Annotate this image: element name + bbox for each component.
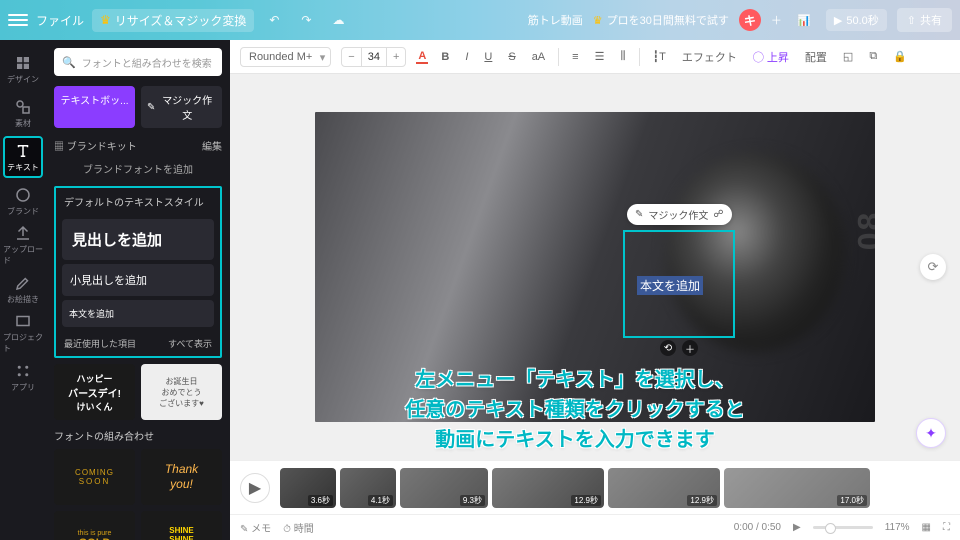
font-family-select[interactable]: Rounded M+ xyxy=(240,47,331,67)
play-duration-button[interactable]: ▶ 50.0秒 xyxy=(826,9,887,31)
recent-label: 最近使用した項目 xyxy=(64,337,136,350)
rail-text[interactable]: テキスト xyxy=(3,136,43,178)
user-avatar[interactable]: キ xyxy=(739,9,761,31)
font-combo-label: フォントの組み合わせ xyxy=(54,428,222,443)
timeline-play-button[interactable]: ▶ xyxy=(240,473,270,503)
share-button[interactable]: ⇧ 共有 xyxy=(897,8,952,32)
video-frame[interactable]: ✎ マジック作文 ☍ 本文を追加 ⟲ ＋ xyxy=(315,112,875,422)
rotate-handle[interactable]: ⟲ xyxy=(660,340,676,356)
spacing-button[interactable]: ⫼ xyxy=(617,48,628,65)
redo-button[interactable]: ↷ xyxy=(294,8,318,32)
add-handle[interactable]: ＋ xyxy=(682,340,698,356)
playback-time: 0:00 / 0:50 xyxy=(734,522,781,533)
rail-upload[interactable]: アップロード xyxy=(3,224,43,266)
magic-write-popup[interactable]: ✎ マジック作文 ☍ xyxy=(627,204,732,225)
timeline-play-icon[interactable]: ▶ xyxy=(793,522,801,533)
rail-brand[interactable]: ブランド xyxy=(3,180,43,222)
search-input[interactable]: 🔍 フォントと組み合わせを検索 xyxy=(54,48,222,76)
timeline: ▶ 3.6秒 4.1秒 9.3秒 12.9秒 12.9秒 17.0秒 xyxy=(230,460,960,514)
font-color-button[interactable]: A xyxy=(416,50,428,64)
template-thumb[interactable]: お誕生日 おめでとう ございます♥ xyxy=(141,364,222,420)
template-thumb[interactable]: ハッピー バースデイ! けいくん xyxy=(54,364,135,420)
add-button[interactable]: ＋ xyxy=(771,12,782,28)
crown-icon: ♛ xyxy=(100,13,111,27)
document-title[interactable]: 筋トレ動画 xyxy=(528,12,583,28)
refresh-button[interactable]: ⟳ xyxy=(920,254,946,280)
fullscreen-icon[interactable]: ⛶ xyxy=(943,522,950,533)
animate-button[interactable]: ◯ 上昇 xyxy=(750,47,792,67)
text-input-content[interactable]: 本文を追加 xyxy=(637,276,703,295)
styles-header: デフォルトのテキストスタイル xyxy=(56,188,220,215)
template-thumb[interactable]: this is pure GOLD xyxy=(54,511,135,540)
left-rail: デザイン 素材 テキスト ブランド アップロード お絵描き プロジェクト アプリ xyxy=(0,40,46,540)
timeline-clip[interactable]: 4.1秒 xyxy=(340,468,396,508)
show-all-link[interactable]: すべて表示 xyxy=(168,337,212,350)
add-heading[interactable]: 見出しを追加 xyxy=(62,219,214,260)
font-size-value[interactable]: 34 xyxy=(361,48,387,66)
effects-button[interactable]: エフェクト xyxy=(679,47,740,67)
add-textbox-button[interactable]: テキストボッ... xyxy=(54,86,135,128)
zoom-value[interactable]: 117% xyxy=(885,522,910,533)
transparency-button[interactable]: ◱ xyxy=(840,48,856,65)
rail-app[interactable]: アプリ xyxy=(3,356,43,398)
size-minus[interactable]: − xyxy=(342,48,360,66)
canvas-area[interactable]: ✎ マジック作文 ☍ 本文を追加 ⟲ ＋ ⟳ xyxy=(230,74,960,460)
assist-button[interactable]: ✦ xyxy=(916,418,946,448)
selected-text-element[interactable]: ✎ マジック作文 ☍ 本文を追加 ⟲ ＋ xyxy=(623,230,735,338)
bottom-bar: ✎ メモ ⏱ 時間 0:00 / 0:50 ▶ 117% ▦ ⛶ xyxy=(230,514,960,540)
zoom-slider[interactable] xyxy=(813,526,873,529)
rail-elements[interactable]: 素材 xyxy=(3,92,43,134)
size-plus[interactable]: + xyxy=(387,48,405,66)
link-button[interactable]: ⧉ xyxy=(866,48,880,65)
rail-project[interactable]: プロジェクト xyxy=(3,312,43,354)
strike-button[interactable]: S xyxy=(505,49,518,65)
context-toolbar: Rounded M+ − 34 + A B I U S aA ≡ ☰ ⫼ ┇T … xyxy=(230,40,960,74)
timeline-clip[interactable]: 12.9秒 xyxy=(608,468,720,508)
time-button[interactable]: ⏱ 時間 xyxy=(283,520,314,535)
link-icon[interactable]: ☍ xyxy=(713,209,723,220)
rail-draw[interactable]: お絵描き xyxy=(3,268,43,310)
text-styles-box: デフォルトのテキストスタイル 見出しを追加 小見出しを追加 本文を追加 最近使用… xyxy=(54,186,222,358)
underline-button[interactable]: U xyxy=(481,49,495,65)
memo-button[interactable]: ✎ メモ xyxy=(240,520,271,535)
crown-icon: ♛ xyxy=(593,14,603,27)
resize-magic-button[interactable]: ♛リサイズ＆マジック変換 xyxy=(92,9,254,32)
vertical-text-button[interactable]: ┇T xyxy=(650,48,669,65)
bold-button[interactable]: B xyxy=(438,49,452,65)
lock-button[interactable]: 🔒 xyxy=(890,48,910,65)
timeline-clip[interactable]: 12.9秒 xyxy=(492,468,604,508)
case-button[interactable]: aA xyxy=(529,49,548,65)
italic-button[interactable]: I xyxy=(462,49,471,65)
magic-wand-icon: ✎ xyxy=(635,209,643,220)
hamburger-menu[interactable] xyxy=(8,10,28,30)
template-thumb[interactable]: COMING SOON xyxy=(54,449,135,505)
timeline-clip[interactable]: 9.3秒 xyxy=(400,468,488,508)
font-size-stepper[interactable]: − 34 + xyxy=(341,47,406,67)
timeline-clip[interactable]: 17.0秒 xyxy=(724,468,870,508)
template-thumb[interactable]: SHINESHINESHINE xyxy=(141,511,222,540)
add-brand-font[interactable]: ブランドフォントを追加 xyxy=(54,161,222,176)
timeline-clip[interactable]: 3.6秒 xyxy=(280,468,336,508)
file-menu[interactable]: ファイル xyxy=(36,12,84,29)
brand-edit-link[interactable]: 編集 xyxy=(202,138,222,153)
magic-write-button[interactable]: ✎ マジック作文 xyxy=(141,86,222,128)
undo-button[interactable]: ↶ xyxy=(262,8,286,32)
template-thumb[interactable]: Thankyou! xyxy=(141,449,222,505)
analytics-icon[interactable]: 📊 xyxy=(792,8,816,32)
add-subheading[interactable]: 小見出しを追加 xyxy=(62,264,214,296)
align-button[interactable]: ≡ xyxy=(569,49,581,65)
search-icon: 🔍 xyxy=(62,56,76,69)
add-body-text[interactable]: 本文を追加 xyxy=(62,300,214,327)
grid-view-icon[interactable]: ▦ xyxy=(922,522,931,533)
brand-kit-label: ▦ ブランドキット xyxy=(54,138,137,153)
pro-trial-button[interactable]: ♛プロを30日間無料で試す xyxy=(593,12,729,28)
rail-design[interactable]: デザイン xyxy=(3,48,43,90)
position-button[interactable]: 配置 xyxy=(802,47,830,67)
app-header: ファイル ♛リサイズ＆マジック変換 ↶ ↷ ☁ 筋トレ動画 ♛プロを30日間無料… xyxy=(0,0,960,40)
list-button[interactable]: ☰ xyxy=(592,48,608,65)
cloud-save-icon[interactable]: ☁ xyxy=(326,8,350,32)
text-panel: 🔍 フォントと組み合わせを検索 テキストボッ... ✎ マジック作文 ▦ ブラン… xyxy=(46,40,230,540)
